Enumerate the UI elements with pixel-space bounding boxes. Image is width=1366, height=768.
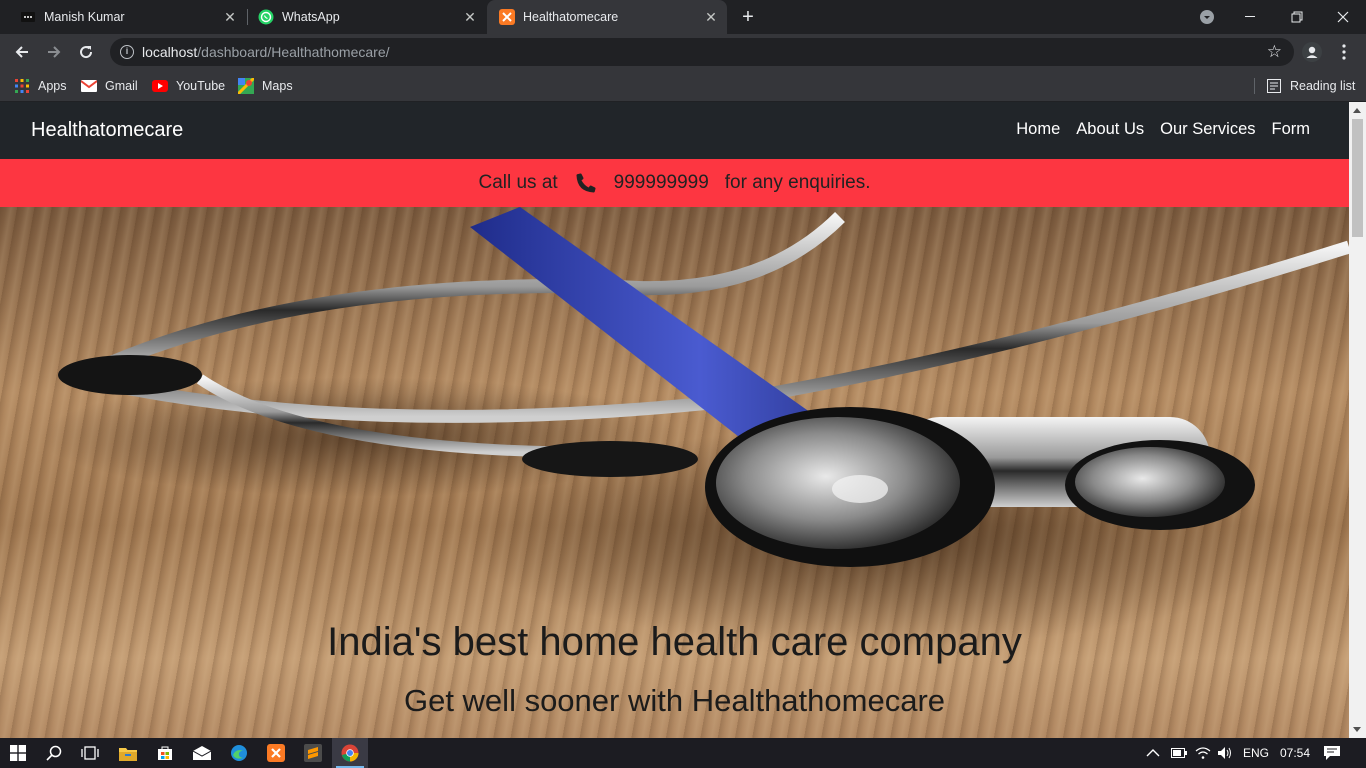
volume-icon[interactable] <box>1217 738 1233 768</box>
chrome-taskbar-icon[interactable] <box>332 738 368 768</box>
scroll-down-arrow-icon[interactable] <box>1353 727 1361 732</box>
wifi-icon[interactable] <box>1195 738 1211 768</box>
close-window-icon[interactable] <box>1320 0 1366 34</box>
bookmarks-bar: Apps Gmail YouTube Maps Reading list <box>0 70 1366 102</box>
bookmark-youtube[interactable]: YouTube <box>152 76 225 96</box>
site-info-icon[interactable]: i <box>120 45 134 59</box>
nav-link-home[interactable]: Home <box>1016 120 1060 139</box>
language-indicator[interactable]: ENG <box>1243 738 1269 768</box>
reading-list-button[interactable]: Reading list <box>1266 76 1355 96</box>
tab-search-icon[interactable] <box>1184 0 1230 34</box>
notifications-icon[interactable] <box>1324 738 1340 768</box>
restore-window-icon[interactable] <box>1274 0 1320 34</box>
profile-avatar-icon[interactable] <box>1300 40 1324 64</box>
apps-grid-icon <box>14 78 30 94</box>
microsoft-store-icon[interactable] <box>147 738 183 768</box>
close-tab-icon[interactable]: ✕ <box>703 9 719 25</box>
new-tab-icon[interactable]: + <box>738 7 758 27</box>
page-scrollbar[interactable] <box>1349 102 1366 738</box>
tab-whatsapp[interactable]: WhatsApp ✕ <box>238 0 486 34</box>
reading-list-label: Reading list <box>1290 79 1356 93</box>
windows-start-icon[interactable] <box>0 738 36 768</box>
nav-link-form[interactable]: Form <box>1272 120 1311 139</box>
kebab-menu-icon[interactable] <box>1332 40 1356 64</box>
tab-title: Healthatomecare <box>523 10 619 24</box>
battery-icon[interactable] <box>1171 738 1187 768</box>
bookmark-label: Gmail <box>105 79 138 93</box>
address-url: localhost/dashboard/Healthathomecare/ <box>142 44 390 60</box>
dots-favicon-icon <box>20 9 36 25</box>
site-navbar: Healthatomecare Home About Us Our Servic… <box>0 102 1349 159</box>
sublime-text-icon[interactable] <box>295 738 331 768</box>
hero-banner: India's best home health care company Ge… <box>0 207 1349 738</box>
gmail-icon <box>81 78 97 94</box>
search-icon[interactable] <box>36 738 72 768</box>
bookmark-star-icon[interactable]: ☆ <box>1267 42 1282 62</box>
tab-manish-kumar[interactable]: Manish Kumar ✕ <box>0 0 246 34</box>
close-tab-icon[interactable]: ✕ <box>462 9 478 25</box>
bookmark-label: Apps <box>38 79 67 93</box>
site-menu: Home About Us Our Services Form <box>1016 120 1310 139</box>
scrollbar-thumb[interactable] <box>1352 119 1363 237</box>
tab-healthatomecare[interactable]: Healthatomecare ✕ <box>487 0 727 34</box>
nav-link-about-us[interactable]: About Us <box>1076 120 1144 139</box>
tab-title: Manish Kumar <box>44 10 125 24</box>
edge-browser-icon[interactable] <box>221 738 257 768</box>
close-tab-icon[interactable]: ✕ <box>222 9 238 25</box>
reading-list-icon <box>1266 78 1282 94</box>
bookmark-maps[interactable]: Maps <box>238 76 293 96</box>
bookmark-apps[interactable]: Apps <box>14 76 67 96</box>
phone-number[interactable]: 999999999 <box>614 172 709 194</box>
bookmark-gmail[interactable]: Gmail <box>81 76 138 96</box>
windows-taskbar: ENG 07:54 <box>0 738 1366 768</box>
back-arrow-icon[interactable] <box>10 40 34 64</box>
tab-title: WhatsApp <box>282 10 340 24</box>
call-prefix: Call us at <box>478 172 558 193</box>
bookmark-label: YouTube <box>176 79 226 93</box>
minimize-window-icon[interactable] <box>1228 0 1274 34</box>
call-suffix: for any enquiries. <box>724 172 871 193</box>
task-view-icon[interactable] <box>72 738 108 768</box>
show-hidden-icons-icon[interactable] <box>1146 738 1160 768</box>
file-explorer-icon[interactable] <box>110 738 146 768</box>
phone-icon <box>576 173 596 193</box>
xampp-icon <box>499 9 515 25</box>
hero-subtitle: Get well sooner with Healthathomecare <box>403 683 946 718</box>
taskbar-clock[interactable]: 07:54 <box>1280 738 1310 768</box>
mail-icon[interactable] <box>184 738 220 768</box>
browser-toolbar: i localhost/dashboard/Healthathomecare/ … <box>0 34 1366 70</box>
xampp-taskbar-icon[interactable] <box>258 738 294 768</box>
scroll-up-arrow-icon[interactable] <box>1353 108 1361 113</box>
nav-link-our-services[interactable]: Our Services <box>1160 120 1255 139</box>
page-viewport: Healthatomecare Home About Us Our Servic… <box>0 102 1366 738</box>
bookmark-separator <box>1254 78 1255 94</box>
address-bar[interactable]: i localhost/dashboard/Healthathomecare/ … <box>110 38 1294 66</box>
url-host: localhost <box>142 44 198 60</box>
forward-arrow-icon[interactable] <box>42 40 66 64</box>
whatsapp-icon <box>258 9 274 25</box>
hero-title: India's best home health care company <box>327 620 1022 664</box>
browser-tab-strip: Manish Kumar ✕ WhatsApp ✕ Healthatomecar… <box>0 0 1366 34</box>
call-us-banner: Call us at 999999999 for any enquiries. <box>0 159 1349 207</box>
maps-icon <box>238 78 254 94</box>
bookmark-label: Maps <box>262 79 293 93</box>
youtube-icon <box>152 78 168 94</box>
url-path: /dashboard/Healthathomecare/ <box>197 44 390 60</box>
reload-icon[interactable] <box>74 40 98 64</box>
site-brand[interactable]: Healthatomecare <box>31 119 183 142</box>
